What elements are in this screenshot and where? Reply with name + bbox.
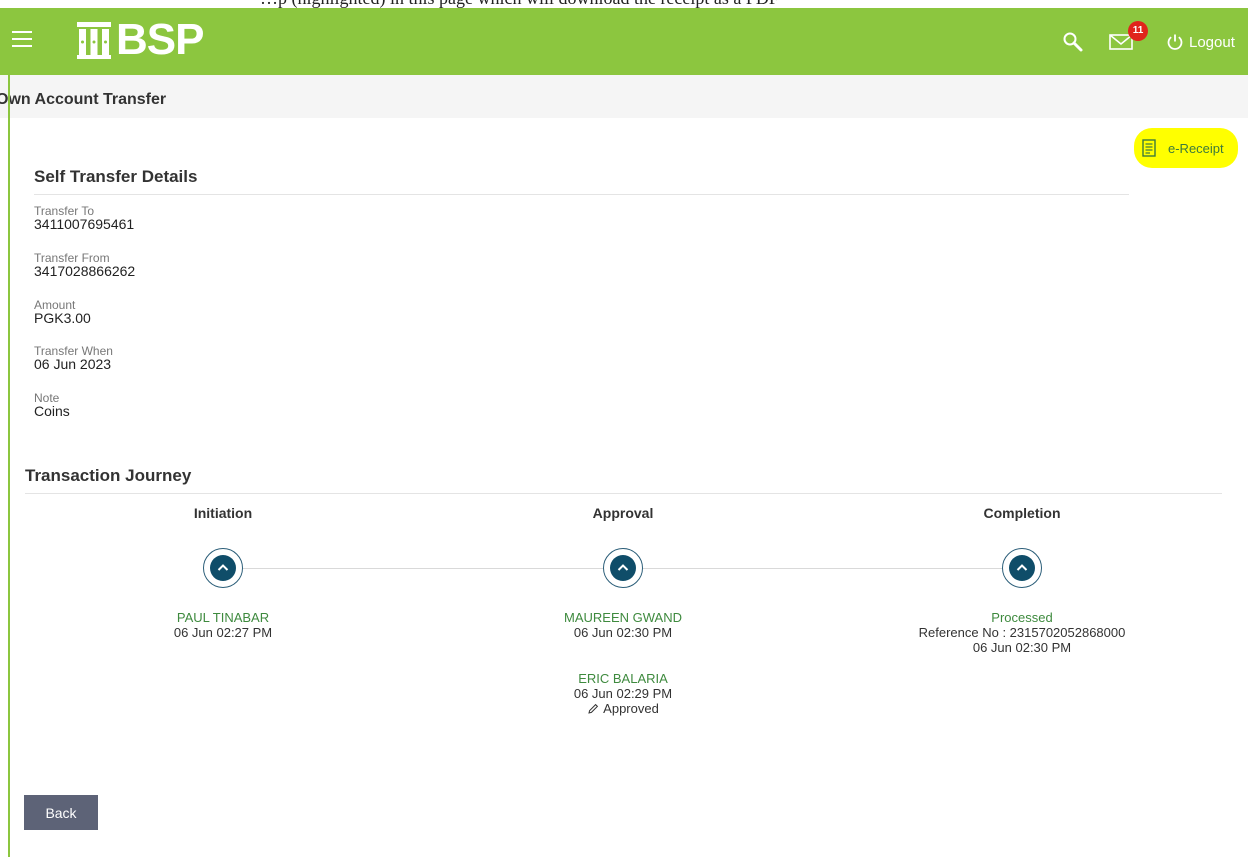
completion-time: 06 Jun 02:30 PM	[972, 640, 1072, 655]
approver-name: ERIC BALARIA	[578, 671, 668, 686]
search-icon[interactable]	[1062, 31, 1084, 53]
stage-node-initiation[interactable]	[203, 548, 243, 588]
stage-node-completion[interactable]	[1002, 548, 1042, 588]
initiator-name: PAUL TINABAR	[176, 610, 270, 625]
stage-title-initiation: Initiation	[193, 505, 253, 521]
pencil-icon	[588, 703, 599, 714]
mail-count-badge: 11	[1128, 21, 1148, 41]
hamburger-menu-icon[interactable]	[12, 31, 32, 47]
stage-title-approval: Approval	[592, 505, 654, 521]
journey-entry-initiation: PAUL TINABAR 06 Jun 02:27 PM	[103, 610, 343, 640]
journey-entry-approver-2: ERIC BALARIA 06 Jun 02:29 PM Approved	[503, 671, 743, 716]
field-value: 06 Jun 2023	[34, 356, 112, 372]
details-divider	[34, 194, 1129, 195]
logout-label: Logout	[1189, 33, 1235, 51]
page-title-bar: Own Account Transfer	[0, 75, 1248, 118]
chevron-up-icon	[1016, 564, 1028, 571]
approval-time: 06 Jun 02:30 PM	[573, 625, 673, 640]
field-value: 3417028866262	[34, 263, 136, 279]
power-icon	[1167, 34, 1183, 50]
receipt-document-icon	[1142, 139, 1156, 157]
stage-node-approval[interactable]	[603, 548, 643, 588]
approval-status: Approved	[503, 701, 743, 716]
approval-status-label: Approved	[603, 701, 659, 716]
cropped-instruction-text: …p (highlighted) in this page which will…	[260, 0, 779, 8]
completion-status: Processed	[991, 610, 1053, 625]
left-accent-border	[8, 75, 10, 857]
journey-divider	[25, 493, 1222, 494]
approver-name: MAUREEN GWAND	[564, 610, 682, 625]
top-cropped-strip: …p (highlighted) in this page which will…	[0, 0, 1248, 8]
field-note: Note Coins	[34, 392, 70, 419]
field-amount: Amount PGK3.00	[34, 299, 91, 326]
back-button[interactable]: Back	[24, 795, 98, 830]
journey-entry-completion: Processed Reference No : 231570205286800…	[879, 610, 1165, 655]
journey-entry-approver-1: MAUREEN GWAND 06 Jun 02:30 PM	[503, 610, 743, 640]
approval-time: 06 Jun 02:29 PM	[573, 686, 673, 701]
logout-button[interactable]: Logout	[1166, 33, 1235, 51]
bsp-logo[interactable]: BSP	[75, 15, 204, 64]
bsp-logo-mark-icon	[77, 22, 111, 59]
field-transfer-when: Transfer When 06 Jun 2023	[34, 345, 113, 372]
field-value: PGK3.00	[34, 310, 91, 326]
stage-title-completion: Completion	[983, 505, 1061, 521]
field-transfer-from: Transfer From 3417028866262	[34, 252, 135, 279]
section-title-transfer-details: Self Transfer Details	[34, 167, 198, 186]
field-value: 3411007695461	[34, 216, 135, 232]
brand-name: BSP	[116, 15, 204, 64]
initiation-time: 06 Jun 02:27 PM	[173, 625, 273, 640]
app-header: BSP 11 Logout	[0, 8, 1248, 75]
e-receipt-link[interactable]: e-Receipt	[1134, 128, 1238, 168]
e-receipt-label: e-Receipt	[1168, 140, 1224, 156]
content-panel	[10, 118, 1248, 857]
chevron-up-icon	[617, 564, 629, 571]
chevron-up-icon	[217, 564, 229, 571]
section-title-transaction-journey: Transaction Journey	[25, 466, 192, 485]
reference-number: Reference No : 2315702052868000	[918, 625, 1126, 640]
field-value: Coins	[34, 403, 70, 419]
field-transfer-to: Transfer To 3411007695461	[34, 205, 134, 232]
page-title: Own Account Transfer	[0, 91, 167, 108]
